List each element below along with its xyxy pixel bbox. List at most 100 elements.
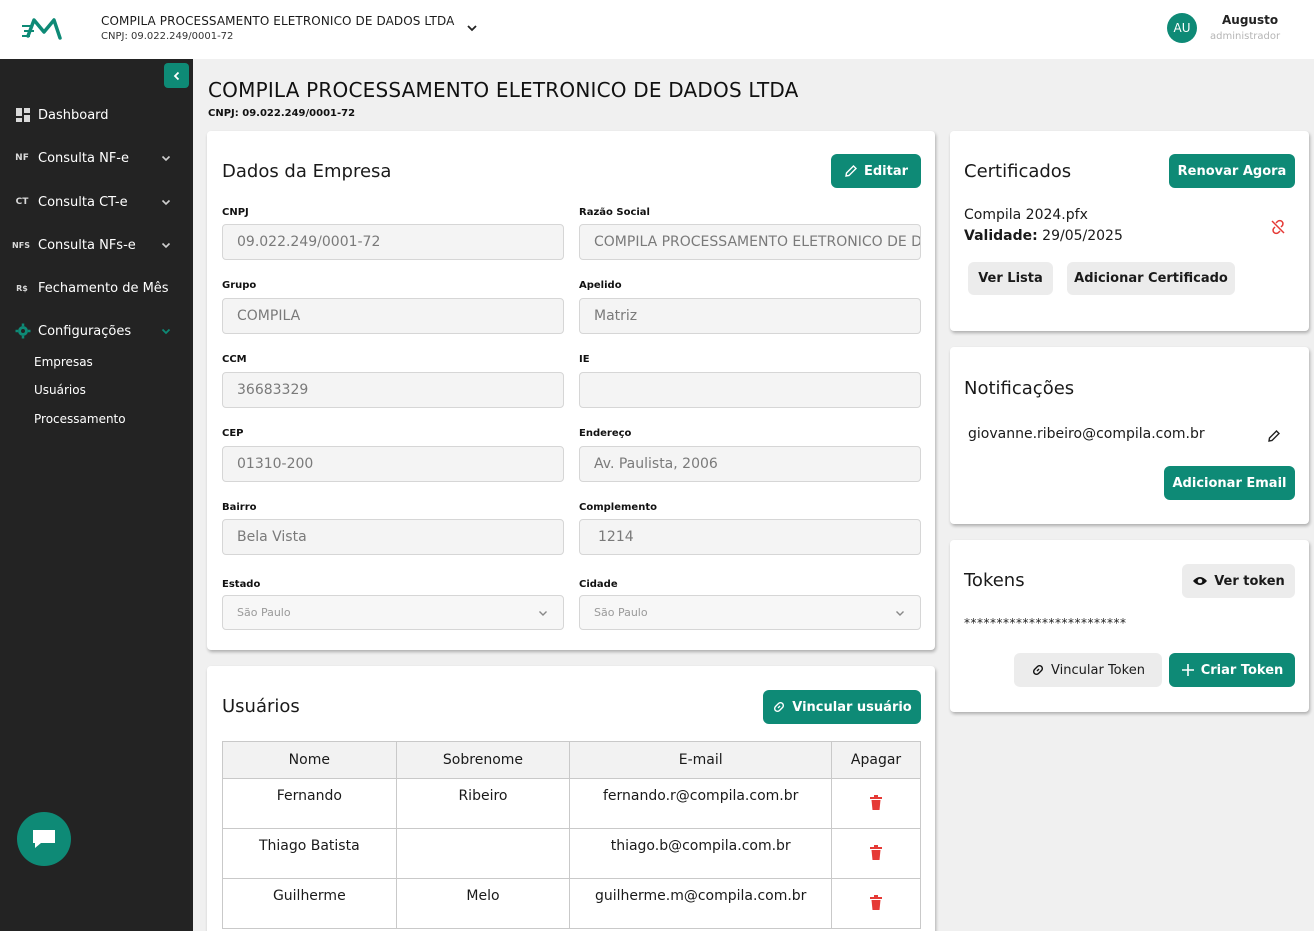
validity-label: Validade: xyxy=(964,228,1038,244)
notifications-title: Notificações xyxy=(964,378,1075,399)
chevron-down-icon xyxy=(161,242,171,249)
endereco-label: Endereço xyxy=(579,428,632,439)
chevron-left-icon xyxy=(173,71,179,80)
chat-button[interactable] xyxy=(17,812,71,866)
column-header-nome[interactable]: Nome xyxy=(222,741,397,779)
user-last-name: Melo xyxy=(395,878,571,929)
delete-cell xyxy=(831,878,921,929)
razao-social-field[interactable]: COMPILA PROCESSAMENTO ELETRONICO DE DADO… xyxy=(579,224,921,260)
certificates-title: Certificados xyxy=(964,161,1072,182)
user-email: guilherme.m@compila.com.br xyxy=(569,878,833,929)
sidebar-item-dashboard[interactable]: Dashboard xyxy=(0,100,193,130)
gear-icon xyxy=(15,323,31,339)
edit-button[interactable]: Editar xyxy=(831,154,921,188)
sidebar-subitem-usuarios[interactable]: Usuários xyxy=(34,383,86,397)
create-token-label: Criar Token xyxy=(1200,662,1284,678)
trash-icon[interactable] xyxy=(869,845,883,861)
sidebar-item-label: Consulta NF-e xyxy=(38,150,129,166)
cidade-select-value: São Paulo xyxy=(594,606,648,619)
sidebar-item-label: Configurações xyxy=(38,323,132,339)
sidebar-item-label: Dashboard xyxy=(38,107,109,123)
sidebar-item-consulta-nfse[interactable]: NFS Consulta NFs-e xyxy=(0,230,193,260)
chat-icon xyxy=(33,830,55,848)
user-email: fernando.r@compila.com.br xyxy=(569,778,833,829)
renew-button[interactable]: Renovar Agora xyxy=(1169,154,1295,188)
endereco-field[interactable]: Av. Paulista, 2006 xyxy=(579,446,921,482)
trash-icon[interactable] xyxy=(869,795,883,811)
link-user-label: Vincular usuário xyxy=(792,699,912,715)
complemento-label: Complemento xyxy=(579,502,657,513)
cidade-select[interactable]: São Paulo xyxy=(579,595,921,630)
delete-cell xyxy=(831,778,921,829)
unlink-icon[interactable] xyxy=(1270,219,1286,235)
link-token-button[interactable]: Vincular Token xyxy=(1014,653,1162,687)
chevron-down-icon xyxy=(161,328,171,335)
sidebar: Dashboard NF Consulta NF-e CT Consulta C… xyxy=(0,59,193,931)
user-last-name xyxy=(395,828,571,879)
estado-select[interactable]: São Paulo xyxy=(222,595,564,630)
certificate-filename: Compila 2024.pfx xyxy=(964,207,1088,223)
cnpj-label: CNPJ xyxy=(222,207,249,218)
sidebar-item-consulta-nfe[interactable]: NF Consulta NF-e xyxy=(0,143,193,173)
chevron-down-icon[interactable] xyxy=(465,21,479,35)
pencil-icon xyxy=(845,165,857,177)
company-selector-name[interactable]: COMPILA PROCESSAMENTO ELETRONICO DE DADO… xyxy=(101,14,454,28)
estado-select-value: São Paulo xyxy=(237,606,291,619)
view-token-label: Ver token xyxy=(1214,573,1285,589)
pencil-icon[interactable] xyxy=(1267,429,1281,443)
sidebar-subitem-empresas[interactable]: Empresas xyxy=(34,355,93,369)
add-certificate-button[interactable]: Adicionar Certificado xyxy=(1067,262,1235,295)
grupo-label: Grupo xyxy=(222,280,257,291)
user-role: administrador xyxy=(1210,31,1281,42)
validity-value: 29/05/2025 xyxy=(1042,228,1123,244)
sidebar-item-label: Fechamento de Mês xyxy=(38,280,169,296)
eye-icon xyxy=(1193,577,1208,585)
users-table: Nome Sobrenome E-mail Apagar Fernando Ri… xyxy=(222,741,921,929)
ct-icon: CT xyxy=(15,197,29,207)
token-value: ************************* xyxy=(964,616,1127,630)
view-list-button[interactable]: Ver Lista xyxy=(968,262,1053,295)
users-title: Usuários xyxy=(222,696,300,717)
create-token-button[interactable]: Criar Token xyxy=(1169,653,1295,687)
sidebar-item-configuracoes[interactable]: Configurações xyxy=(0,316,193,346)
edit-button-label: Editar xyxy=(863,163,909,179)
razao-social-label: Razão Social xyxy=(579,207,650,218)
sidebar-item-label: Consulta NFs-e xyxy=(38,237,136,253)
cep-field[interactable]: 01310-200 xyxy=(222,446,564,482)
trash-icon[interactable] xyxy=(869,895,883,911)
compila-logo[interactable] xyxy=(20,14,68,44)
plus-icon xyxy=(1181,664,1194,676)
user-first-name: Guilherme xyxy=(222,878,397,929)
sidebar-item-label: Consulta CT-e xyxy=(38,194,128,210)
chevron-down-icon xyxy=(161,199,171,206)
ccm-field[interactable]: 36683329 xyxy=(222,372,564,408)
bairro-field[interactable]: Bela Vista xyxy=(222,519,564,555)
column-header-email[interactable]: E-mail xyxy=(569,741,833,779)
sidebar-item-consulta-cte[interactable]: CT Consulta CT-e xyxy=(0,187,193,217)
sidebar-collapse-button[interactable] xyxy=(164,63,189,88)
view-token-button[interactable]: Ver token xyxy=(1182,564,1295,598)
avatar[interactable]: AU xyxy=(1167,13,1197,43)
chevron-down-icon xyxy=(161,155,171,162)
grupo-field[interactable]: COMPILA xyxy=(222,298,564,334)
user-email: thiago.b@compila.com.br xyxy=(569,828,833,879)
apelido-field[interactable]: Matriz xyxy=(579,298,921,334)
tokens-title: Tokens xyxy=(964,570,1025,591)
complemento-field[interactable]: 1214 xyxy=(579,519,921,555)
add-email-button[interactable]: Adicionar Email xyxy=(1164,466,1295,500)
table-row: Guilherme Melo guilherme.m@compila.com.b… xyxy=(222,878,921,929)
column-header-sobrenome[interactable]: Sobrenome xyxy=(395,741,571,779)
delete-cell xyxy=(831,828,921,879)
sidebar-item-fechamento[interactable]: R$ Fechamento de Mês xyxy=(0,273,193,303)
cnpj-field[interactable]: 09.022.249/0001-72 xyxy=(222,224,564,260)
ccm-label: CCM xyxy=(222,354,247,365)
bairro-label: Bairro xyxy=(222,502,257,513)
link-user-button[interactable]: Vincular usuário xyxy=(763,690,921,724)
cep-label: CEP xyxy=(222,428,244,439)
ie-field[interactable] xyxy=(579,372,921,408)
page-title: COMPILA PROCESSAMENTO ELETRONICO DE DADO… xyxy=(208,78,799,102)
sidebar-subitem-processamento[interactable]: Processamento xyxy=(34,412,126,426)
top-bar: COMPILA PROCESSAMENTO ELETRONICO DE DADO… xyxy=(0,0,1314,59)
estado-label: Estado xyxy=(222,579,261,590)
user-last-name: Ribeiro xyxy=(395,778,571,829)
